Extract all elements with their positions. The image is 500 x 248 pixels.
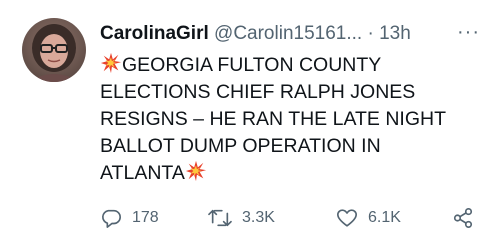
tweet-text: GEORGIA FULTON COUNTY ELECTIONS CHIEF RA… bbox=[100, 52, 460, 187]
tweet-text-line: RESIGNS – HE RAN THE LATE NIGHT bbox=[100, 108, 447, 130]
tweet-header: CarolinaGirl @Carolin15161... · 13h ··· bbox=[100, 21, 486, 47]
tweet-card[interactable]: CarolinaGirl @Carolin15161... · 13h ··· … bbox=[0, 0, 500, 248]
timestamp[interactable]: 13h bbox=[379, 23, 411, 44]
retweet-icon bbox=[208, 209, 232, 227]
collision-emoji-icon bbox=[185, 160, 206, 182]
reply-icon bbox=[102, 209, 121, 228]
tweet-text-line: BALLOT DUMP OPERATION IN bbox=[100, 135, 381, 157]
tweet-text-line: GEORGIA FULTON COUNTY bbox=[100, 52, 460, 79]
avatar[interactable] bbox=[22, 18, 86, 82]
heart-icon bbox=[337, 209, 357, 227]
like-count: 6.1K bbox=[368, 209, 401, 226]
like-button[interactable]: 6.1K bbox=[336, 204, 401, 232]
tweet-text-line: ATLANTA bbox=[100, 160, 460, 187]
tweet-actions: 178 3.3K 6.1K bbox=[100, 204, 485, 232]
user-handle[interactable]: @Carolin15161... bbox=[214, 23, 362, 44]
reply-button[interactable]: 178 bbox=[100, 204, 159, 232]
more-options-icon[interactable]: ··· bbox=[457, 21, 480, 43]
tweet-text-line: ELECTIONS CHIEF RALPH JONES bbox=[100, 81, 416, 103]
display-name[interactable]: CarolinaGirl bbox=[100, 23, 209, 44]
share-icon bbox=[453, 208, 473, 228]
reply-count: 178 bbox=[132, 209, 159, 226]
retweet-button[interactable]: 3.3K bbox=[208, 204, 275, 232]
retweet-count: 3.3K bbox=[242, 209, 275, 226]
share-button[interactable] bbox=[452, 204, 474, 232]
collision-emoji-icon bbox=[100, 52, 122, 74]
separator-dot: · bbox=[367, 23, 374, 44]
